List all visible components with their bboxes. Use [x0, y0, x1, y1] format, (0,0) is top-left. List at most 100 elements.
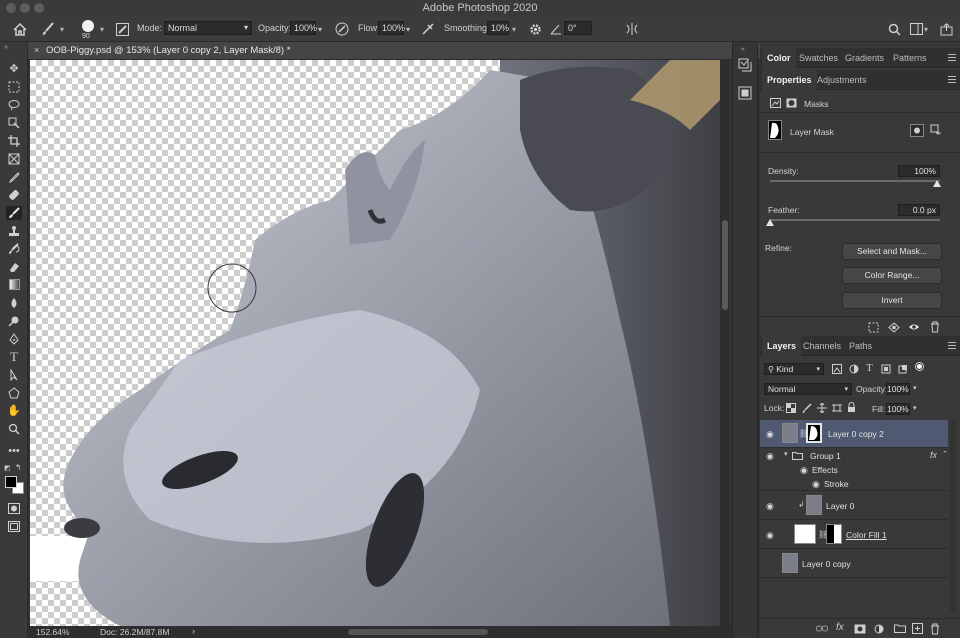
angle-icon[interactable]	[548, 21, 564, 37]
chevron-down-icon[interactable]: ▾	[924, 25, 928, 34]
blur-tool-icon[interactable]	[6, 296, 22, 310]
panel-menu-icon[interactable]	[948, 54, 956, 61]
tab-swatches[interactable]: Swatches	[794, 48, 843, 68]
panel-menu-icon[interactable]	[948, 342, 956, 349]
zoom-level[interactable]: 152.64%	[36, 627, 70, 637]
eye-icon[interactable]: ◉	[766, 429, 776, 439]
close-tab-icon[interactable]: ×	[34, 45, 39, 55]
angle-field[interactable]: 0°	[564, 21, 592, 35]
history-brush-tool-icon[interactable]	[6, 242, 22, 256]
feather-field[interactable]: 0.0 px	[898, 204, 940, 216]
eye-icon[interactable]	[908, 322, 920, 332]
vertical-scrollbar[interactable]	[720, 60, 730, 626]
mask-thumbnail[interactable]	[826, 524, 842, 544]
vertical-scrollbar-thumb[interactable]	[722, 220, 728, 310]
zoom-tool-icon[interactable]	[6, 422, 22, 436]
density-slider-track[interactable]	[770, 180, 940, 182]
chevron-right-icon[interactable]: ›	[192, 626, 195, 636]
chevron-down-icon[interactable]: ▾	[60, 25, 64, 34]
smoothing-field[interactable]: 10%	[487, 21, 509, 35]
select-and-mask-button[interactable]: Select and Mask...	[842, 243, 942, 260]
apply-mask-icon[interactable]	[888, 322, 900, 333]
lock-transparent-icon[interactable]	[786, 403, 796, 413]
eyedropper-tool-icon[interactable]	[6, 170, 22, 184]
lock-position-icon[interactable]	[817, 403, 827, 413]
add-vector-mask-icon[interactable]	[930, 124, 942, 136]
feather-slider-knob[interactable]	[766, 219, 774, 226]
eye-hidden-icon[interactable]: ◉	[766, 559, 776, 569]
search-icon[interactable]	[886, 21, 902, 37]
eye-icon[interactable]: ◉	[766, 530, 776, 540]
close-window-button[interactable]	[6, 3, 16, 13]
effects-row[interactable]: ◉ Effects	[760, 463, 948, 477]
collapse-dock-icon[interactable]: «	[741, 46, 745, 53]
properties-panel-icon[interactable]	[738, 86, 752, 100]
clone-stamp-tool-icon[interactable]	[6, 224, 22, 238]
layers-scrollbar[interactable]	[950, 420, 956, 612]
history-panel-icon[interactable]	[738, 58, 752, 72]
marquee-tool-icon[interactable]	[6, 80, 22, 94]
layer-filter-select[interactable]: ⚲ Kind ▾	[764, 363, 824, 375]
new-group-icon[interactable]	[894, 624, 906, 633]
layer-row[interactable]: ◉ Layer 0 copy	[760, 550, 948, 578]
path-selection-tool-icon[interactable]	[6, 368, 22, 382]
trash-icon[interactable]	[930, 321, 940, 333]
layer-row[interactable]: ◉ ▾ Group 1 fx	[760, 449, 948, 463]
filter-type-icon[interactable]: T	[866, 362, 873, 374]
select-pixel-mask-icon[interactable]	[910, 124, 924, 137]
lock-artboard-icon[interactable]	[832, 403, 842, 413]
hand-tool-icon[interactable]: ✋	[6, 404, 22, 418]
eye-icon[interactable]: ◉	[800, 465, 810, 475]
chevron-down-icon[interactable]: ▾	[913, 404, 917, 412]
chevron-down-icon[interactable]: ▾	[913, 384, 917, 392]
add-layer-style-icon[interactable]: fx	[836, 622, 844, 633]
mode-select[interactable]: Normal ▾	[164, 21, 252, 35]
tab-adjustments[interactable]: Adjustments	[812, 70, 872, 90]
layer-opacity-field[interactable]: 100%	[886, 383, 910, 395]
healing-brush-tool-icon[interactable]	[6, 188, 22, 202]
eye-icon[interactable]: ◉	[766, 501, 776, 511]
tab-color[interactable]: Color	[762, 48, 796, 68]
load-selection-icon[interactable]	[868, 322, 879, 333]
tab-layers[interactable]: Layers	[762, 336, 802, 356]
filter-pixel-icon[interactable]	[832, 364, 842, 374]
tab-paths[interactable]: Paths	[844, 336, 877, 356]
lock-image-icon[interactable]	[802, 403, 812, 413]
airbrush-icon[interactable]	[420, 21, 436, 37]
filter-adjustment-icon[interactable]	[849, 364, 859, 374]
quick-mask-icon[interactable]	[6, 502, 22, 516]
opacity-field[interactable]: 100%	[290, 21, 317, 35]
default-colors-icon[interactable]: ◩	[4, 464, 11, 472]
tab-properties[interactable]: Properties	[762, 70, 817, 90]
document-canvas[interactable]	[30, 60, 720, 626]
expand-toolbar-icon[interactable]: »	[4, 44, 8, 51]
eye-icon[interactable]: ◉	[766, 451, 776, 461]
foreground-color-swatch[interactable]	[5, 476, 17, 488]
pressure-opacity-icon[interactable]	[334, 21, 350, 37]
color-range-button[interactable]: Color Range...	[842, 267, 942, 284]
density-field[interactable]: 100%	[898, 165, 940, 177]
minimize-window-button[interactable]	[20, 3, 30, 13]
tab-patterns[interactable]: Patterns	[888, 48, 932, 68]
eye-icon[interactable]: ◉	[812, 479, 822, 489]
gear-icon[interactable]	[527, 21, 543, 37]
panel-menu-icon[interactable]	[948, 76, 956, 83]
density-slider-knob[interactable]	[933, 180, 941, 187]
brush-size-icon[interactable]	[82, 20, 94, 32]
brush-tool-preset-icon[interactable]	[40, 21, 56, 37]
chevron-down-icon[interactable]: ▾	[100, 25, 104, 34]
screen-mode-icon[interactable]	[6, 520, 22, 534]
mask-thumbnail[interactable]	[806, 423, 822, 443]
lock-all-icon[interactable]	[847, 402, 856, 413]
tab-channels[interactable]: Channels	[798, 336, 846, 356]
layer-row[interactable]: ◉ ⛓ Layer 0 copy 2	[760, 420, 948, 448]
blend-mode-select[interactable]: Normal ▾	[764, 383, 852, 395]
layer-row[interactable]: ◉ ↲ Layer 0	[760, 492, 948, 520]
chevron-down-icon[interactable]: ▾	[406, 25, 410, 34]
dodge-tool-icon[interactable]	[6, 314, 22, 328]
swap-colors-icon[interactable]: ↰	[15, 463, 22, 472]
brush-tool-icon[interactable]	[6, 206, 22, 220]
pixel-mask-icon[interactable]	[770, 98, 781, 108]
shape-tool-icon[interactable]	[6, 386, 22, 400]
lasso-tool-icon[interactable]	[6, 98, 22, 112]
